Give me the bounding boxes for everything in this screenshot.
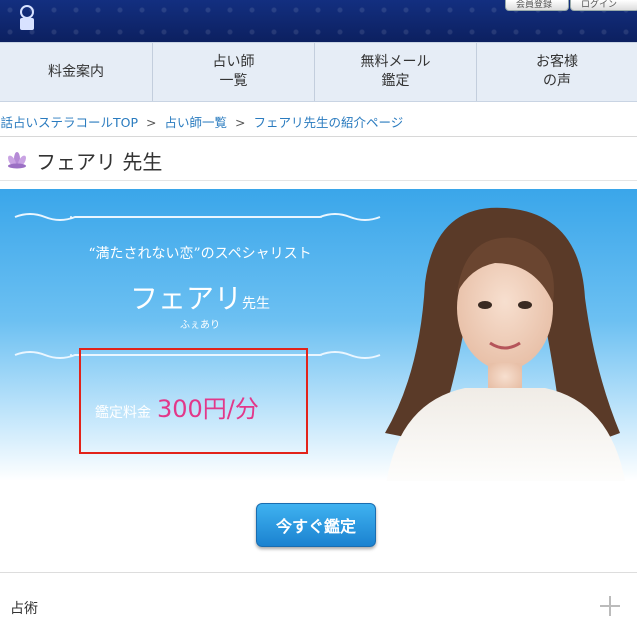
- breadcrumb-separator: >: [146, 115, 157, 130]
- register-button[interactable]: 会員登録: [505, 0, 569, 11]
- breadcrumb-current[interactable]: フェアリ先生の紹介ページ: [254, 115, 404, 130]
- nav-item-free-mail[interactable]: 無料メール 鑑定: [315, 43, 477, 101]
- honorific-text: 先生: [242, 296, 270, 312]
- nav-item-pricing[interactable]: 料金案内: [0, 43, 153, 101]
- nav-item-fortune-tellers[interactable]: 占い師 一覧: [153, 43, 315, 101]
- profile-hero: “満たされない恋”のスペシャリスト フェアリ先生 ふぇあり 鑑定料金 300円/…: [0, 189, 637, 481]
- consult-now-button[interactable]: 今すぐ鑑定: [256, 503, 376, 547]
- lotus-icon: [8, 152, 26, 169]
- plus-icon[interactable]: [598, 594, 622, 618]
- main-nav: 料金案内 占い師 一覧 無料メール 鑑定 お客様 の声: [0, 42, 637, 102]
- fee-highlight-box: [79, 348, 308, 454]
- name-kana: ふぇあり: [180, 320, 220, 331]
- site-header: 会員登録 ログイン: [0, 0, 637, 42]
- nav-item-reviews[interactable]: お客様 の声: [477, 43, 637, 101]
- breadcrumb-top-link[interactable]: 電話占いステラコールTOP: [0, 115, 138, 130]
- catchphrase: “満たされない恋”のスペシャリスト: [88, 246, 312, 262]
- login-button[interactable]: ログイン: [570, 0, 637, 11]
- accordion-divination-methods[interactable]: 占術: [0, 586, 637, 626]
- page-title-text: フェアリ 先生: [36, 149, 163, 174]
- fortune-teller-name: フェアリ先生: [0, 277, 400, 317]
- breadcrumb: 電話占いステラコールTOP > 占い師一覧 > フェアリ先生の紹介ページ: [0, 112, 637, 132]
- accordion-label: 占術: [10, 601, 38, 617]
- crest-icon[interactable]: [10, 0, 44, 34]
- divider: [0, 180, 637, 181]
- breadcrumb-list-link[interactable]: 占い師一覧: [165, 115, 228, 130]
- divider: [0, 136, 637, 137]
- divider: [0, 572, 637, 573]
- page-title: フェアリ 先生: [6, 145, 162, 175]
- fortune-teller-portrait: [385, 207, 626, 481]
- ornament-divider: [14, 213, 381, 221]
- name-text: フェアリ: [129, 282, 242, 315]
- breadcrumb-separator: >: [235, 115, 246, 130]
